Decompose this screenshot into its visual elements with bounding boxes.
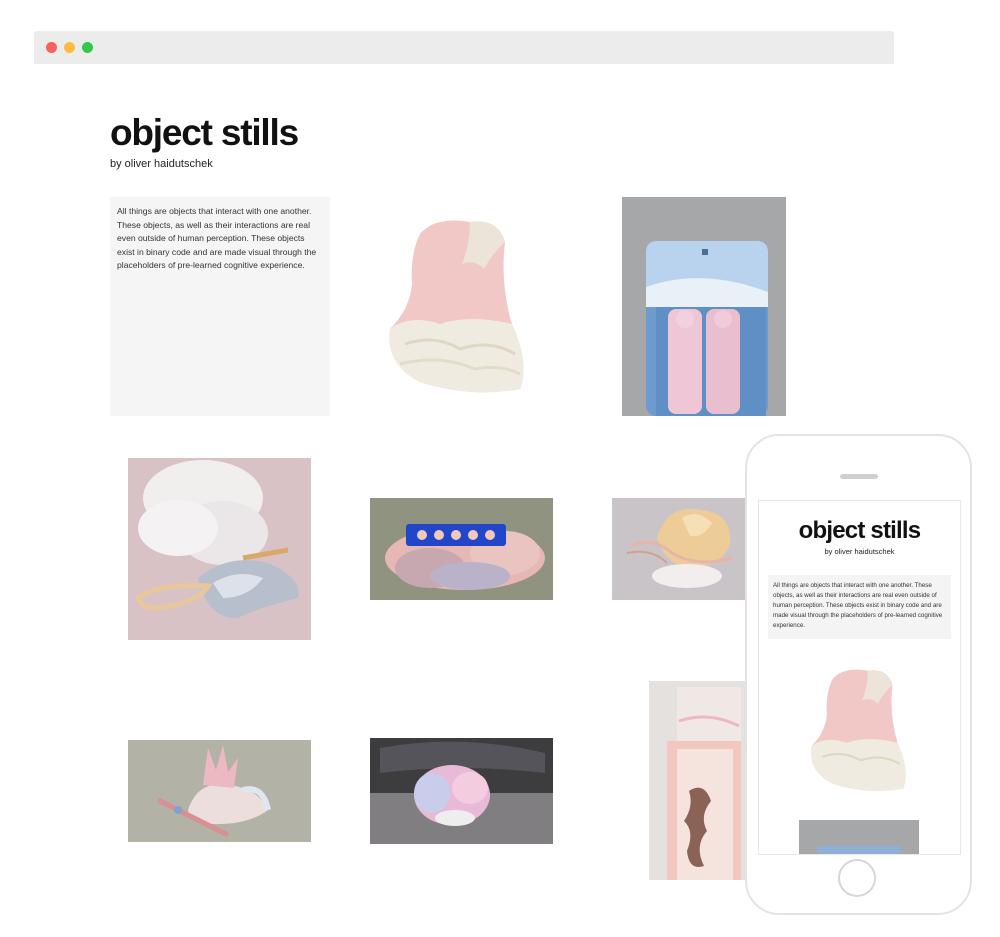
- mobile-device-mockup: object stills by oliver haidutschek All …: [745, 434, 972, 915]
- mobile-screen: object stills by oliver haidutschek All …: [758, 500, 961, 855]
- presentation-stage: object stills by oliver haidutschek All …: [0, 0, 1000, 937]
- zoom-window-button[interactable]: [82, 42, 93, 53]
- browser-title-bar: [34, 31, 894, 64]
- mobile-gallery-item-pink-stone[interactable]: [804, 665, 914, 795]
- phone-speaker: [840, 474, 878, 479]
- peach-flower-sculpture-icon: [612, 498, 745, 600]
- pastel-swan-sculpture-icon: [128, 740, 311, 842]
- gallery-item-pastel-cluster[interactable]: [370, 498, 553, 600]
- gallery-item-marbled-blob[interactable]: [370, 738, 553, 844]
- mobile-author-byline: by oliver haidutschek: [824, 547, 895, 556]
- author-byline: by oliver haidutschek: [110, 158, 213, 170]
- intro-text: All things are objects that interact wit…: [117, 206, 317, 271]
- mobile-intro-text-box: All things are objects that interact wit…: [768, 575, 951, 639]
- gallery-item-pink-box-tower[interactable]: [649, 681, 745, 880]
- pastel-cluster-blue-tray-icon: [370, 498, 553, 600]
- blister-pack-figures-icon: [799, 820, 919, 854]
- gallery-item-smoke-shell[interactable]: [128, 458, 311, 640]
- smoke-shell-sculpture-icon: [128, 458, 311, 640]
- gallery-item-peach-flower[interactable]: [612, 498, 745, 600]
- intro-text-box: All things are objects that interact wit…: [110, 197, 330, 416]
- phone-home-button[interactable]: [838, 859, 876, 897]
- gallery-item-pastel-swan[interactable]: [128, 740, 311, 842]
- minimize-window-button[interactable]: [64, 42, 75, 53]
- mobile-page-title: object stills: [798, 517, 921, 544]
- marbled-blob-on-seat-icon: [370, 738, 553, 844]
- pink-stone-sculpture-icon: [810, 669, 906, 791]
- mobile-gallery-item-blister-pack[interactable]: [799, 820, 919, 854]
- pink-stone-sculpture-icon: [389, 220, 524, 393]
- blister-pack-figures-icon: [622, 197, 786, 416]
- page-title: object stills: [110, 112, 299, 153]
- gallery-item-pink-stone[interactable]: [380, 214, 535, 398]
- close-window-button[interactable]: [46, 42, 57, 53]
- gallery-item-blister-pack[interactable]: [622, 197, 786, 416]
- mobile-intro-text: All things are objects that interact wit…: [773, 582, 943, 629]
- pink-box-tower-icon: [649, 681, 745, 880]
